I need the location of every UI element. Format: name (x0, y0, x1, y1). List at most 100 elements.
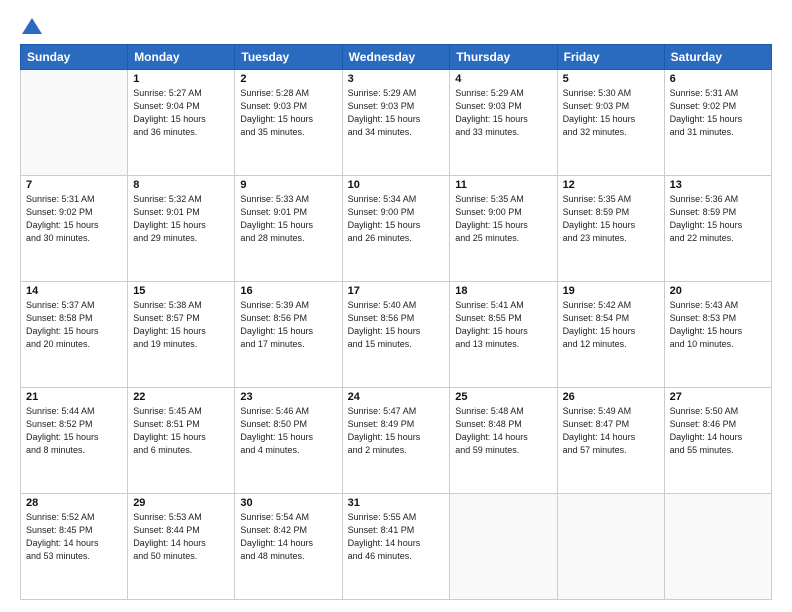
day-info: Sunrise: 5:31 AM Sunset: 9:02 PM Dayligh… (26, 193, 122, 245)
day-number: 11 (455, 179, 551, 191)
day-info: Sunrise: 5:47 AM Sunset: 8:49 PM Dayligh… (348, 405, 445, 457)
day-number: 25 (455, 391, 551, 403)
day-number: 16 (240, 285, 336, 297)
header (20, 18, 772, 34)
day-number: 24 (348, 391, 445, 403)
week-row-2: 7 Sunrise: 5:31 AM Sunset: 9:02 PM Daylig… (21, 176, 772, 282)
week-row-4: 21 Sunrise: 5:44 AM Sunset: 8:52 PM Dayli… (21, 388, 772, 494)
calendar-cell: 9Sunrise: 5:33 AM Sunset: 9:01 PM Daylig… (235, 176, 342, 282)
page: SundayMondayTuesdayWednesdayThursdayFrid… (0, 0, 792, 612)
week-row-5: 28Sunrise: 5:52 AM Sunset: 8:45 PM Dayli… (21, 494, 772, 600)
calendar-cell: 15 Sunrise: 5:38 AM Sunset: 8:57 PM Dayli… (128, 282, 235, 388)
calendar-cell (21, 70, 128, 176)
day-number: 26 (563, 391, 659, 403)
weekday-header-wednesday: Wednesday (342, 45, 450, 70)
calendar-cell: 28Sunrise: 5:52 AM Sunset: 8:45 PM Dayli… (21, 494, 128, 600)
logo-top (20, 18, 42, 34)
calendar-cell (557, 494, 664, 600)
day-number: 9 (240, 179, 336, 191)
day-number: 30 (240, 497, 336, 509)
calendar-cell: 30 Sunrise: 5:54 AM Sunset: 8:42 PM Dayli… (235, 494, 342, 600)
weekday-header-row: SundayMondayTuesdayWednesdayThursdayFrid… (21, 45, 772, 70)
day-info: Sunrise: 5:29 AM Sunset: 9:03 PM Dayligh… (348, 87, 445, 139)
day-number: 4 (455, 73, 551, 85)
calendar-cell: 21 Sunrise: 5:44 AM Sunset: 8:52 PM Dayli… (21, 388, 128, 494)
calendar-cell (450, 494, 557, 600)
calendar-cell: 31 Sunrise: 5:55 AM Sunset: 8:41 PM Dayli… (342, 494, 450, 600)
day-number: 12 (563, 179, 659, 191)
weekday-header-sunday: Sunday (21, 45, 128, 70)
calendar-cell: 13Sunrise: 5:36 AM Sunset: 8:59 PM Dayli… (664, 176, 771, 282)
week-row-1: 1 Sunrise: 5:27 AM Sunset: 9:04 PM Daylig… (21, 70, 772, 176)
day-info: Sunrise: 5:34 AM Sunset: 9:00 PM Dayligh… (348, 193, 445, 245)
day-info: Sunrise: 5:35 AM Sunset: 9:00 PM Dayligh… (455, 193, 551, 245)
day-info: Sunrise: 5:31 AM Sunset: 9:02 PM Dayligh… (670, 87, 766, 139)
day-info: Sunrise: 5:30 AM Sunset: 9:03 PM Dayligh… (563, 87, 659, 139)
logo-icon (22, 18, 42, 34)
logo (20, 18, 42, 34)
day-info: Sunrise: 5:55 AM Sunset: 8:41 PM Dayligh… (348, 511, 445, 563)
calendar-cell: 25 Sunrise: 5:48 AM Sunset: 8:48 PM Dayli… (450, 388, 557, 494)
calendar-cell: 4 Sunrise: 5:29 AM Sunset: 9:03 PM Daylig… (450, 70, 557, 176)
day-number: 8 (133, 179, 229, 191)
calendar-cell: 17 Sunrise: 5:40 AM Sunset: 8:56 PM Dayli… (342, 282, 450, 388)
day-info: Sunrise: 5:38 AM Sunset: 8:57 PM Dayligh… (133, 299, 229, 351)
day-info: Sunrise: 5:37 AM Sunset: 8:58 PM Dayligh… (26, 299, 122, 351)
day-number: 27 (670, 391, 766, 403)
weekday-header-thursday: Thursday (450, 45, 557, 70)
day-number: 5 (563, 73, 659, 85)
day-number: 18 (455, 285, 551, 297)
day-number: 19 (563, 285, 659, 297)
calendar-cell: 6Sunrise: 5:31 AM Sunset: 9:02 PM Daylig… (664, 70, 771, 176)
day-info: Sunrise: 5:40 AM Sunset: 8:56 PM Dayligh… (348, 299, 445, 351)
week-row-3: 14 Sunrise: 5:37 AM Sunset: 8:58 PM Dayli… (21, 282, 772, 388)
calendar-cell: 24 Sunrise: 5:47 AM Sunset: 8:49 PM Dayli… (342, 388, 450, 494)
day-info: Sunrise: 5:54 AM Sunset: 8:42 PM Dayligh… (240, 511, 336, 563)
day-number: 29 (133, 497, 229, 509)
weekday-header-friday: Friday (557, 45, 664, 70)
calendar-cell: 8 Sunrise: 5:32 AM Sunset: 9:01 PM Daylig… (128, 176, 235, 282)
day-number: 17 (348, 285, 445, 297)
weekday-header-saturday: Saturday (664, 45, 771, 70)
day-number: 31 (348, 497, 445, 509)
weekday-header-monday: Monday (128, 45, 235, 70)
day-number: 15 (133, 285, 229, 297)
calendar-cell: 23Sunrise: 5:46 AM Sunset: 8:50 PM Dayli… (235, 388, 342, 494)
day-info: Sunrise: 5:53 AM Sunset: 8:44 PM Dayligh… (133, 511, 229, 563)
calendar-cell: 2Sunrise: 5:28 AM Sunset: 9:03 PM Daylig… (235, 70, 342, 176)
calendar-table: SundayMondayTuesdayWednesdayThursdayFrid… (20, 44, 772, 600)
calendar-cell: 12Sunrise: 5:35 AM Sunset: 8:59 PM Dayli… (557, 176, 664, 282)
day-info: Sunrise: 5:36 AM Sunset: 8:59 PM Dayligh… (670, 193, 766, 245)
day-number: 2 (240, 73, 336, 85)
calendar-cell: 27 Sunrise: 5:50 AM Sunset: 8:46 PM Dayli… (664, 388, 771, 494)
calendar-cell: 10Sunrise: 5:34 AM Sunset: 9:00 PM Dayli… (342, 176, 450, 282)
calendar-cell: 1 Sunrise: 5:27 AM Sunset: 9:04 PM Daylig… (128, 70, 235, 176)
day-info: Sunrise: 5:48 AM Sunset: 8:48 PM Dayligh… (455, 405, 551, 457)
day-info: Sunrise: 5:39 AM Sunset: 8:56 PM Dayligh… (240, 299, 336, 351)
day-info: Sunrise: 5:46 AM Sunset: 8:50 PM Dayligh… (240, 405, 336, 457)
day-info: Sunrise: 5:29 AM Sunset: 9:03 PM Dayligh… (455, 87, 551, 139)
day-info: Sunrise: 5:43 AM Sunset: 8:53 PM Dayligh… (670, 299, 766, 351)
day-number: 20 (670, 285, 766, 297)
day-info: Sunrise: 5:44 AM Sunset: 8:52 PM Dayligh… (26, 405, 122, 457)
calendar-cell: 19 Sunrise: 5:42 AM Sunset: 8:54 PM Dayli… (557, 282, 664, 388)
day-info: Sunrise: 5:50 AM Sunset: 8:46 PM Dayligh… (670, 405, 766, 457)
calendar-cell: 3Sunrise: 5:29 AM Sunset: 9:03 PM Daylig… (342, 70, 450, 176)
calendar-cell: 14 Sunrise: 5:37 AM Sunset: 8:58 PM Dayli… (21, 282, 128, 388)
day-number: 21 (26, 391, 122, 403)
calendar-cell (664, 494, 771, 600)
calendar-cell: 29 Sunrise: 5:53 AM Sunset: 8:44 PM Dayli… (128, 494, 235, 600)
day-info: Sunrise: 5:27 AM Sunset: 9:04 PM Dayligh… (133, 87, 229, 139)
calendar-cell: 7 Sunrise: 5:31 AM Sunset: 9:02 PM Daylig… (21, 176, 128, 282)
day-info: Sunrise: 5:41 AM Sunset: 8:55 PM Dayligh… (455, 299, 551, 351)
day-number: 7 (26, 179, 122, 191)
calendar-cell: 22Sunrise: 5:45 AM Sunset: 8:51 PM Dayli… (128, 388, 235, 494)
calendar-cell: 26 Sunrise: 5:49 AM Sunset: 8:47 PM Dayli… (557, 388, 664, 494)
calendar-cell: 11 Sunrise: 5:35 AM Sunset: 9:00 PM Dayli… (450, 176, 557, 282)
day-info: Sunrise: 5:42 AM Sunset: 8:54 PM Dayligh… (563, 299, 659, 351)
day-info: Sunrise: 5:49 AM Sunset: 8:47 PM Dayligh… (563, 405, 659, 457)
day-number: 1 (133, 73, 229, 85)
day-number: 14 (26, 285, 122, 297)
day-info: Sunrise: 5:32 AM Sunset: 9:01 PM Dayligh… (133, 193, 229, 245)
weekday-header-tuesday: Tuesday (235, 45, 342, 70)
